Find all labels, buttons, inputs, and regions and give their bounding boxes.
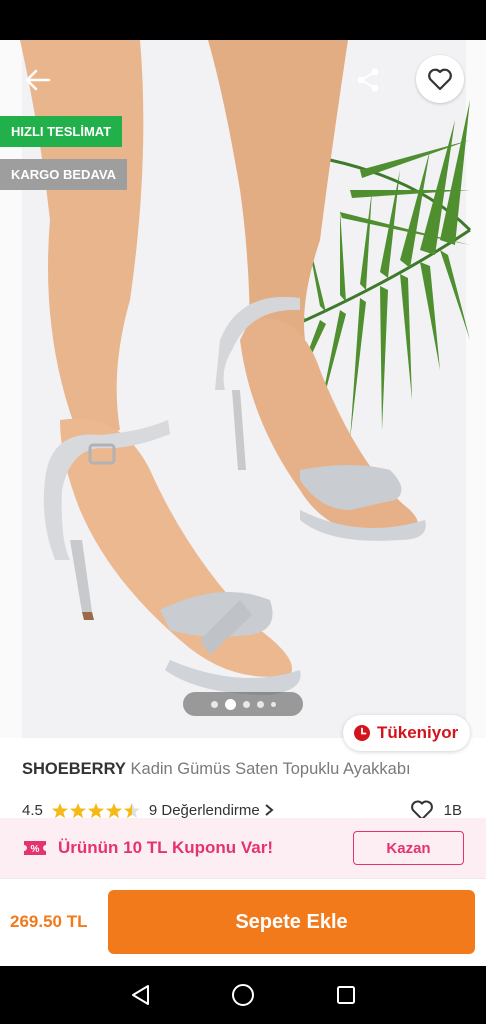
reviews-link-label: 9 Değerlendirme [148, 801, 260, 819]
heart-outline-icon [428, 68, 452, 91]
rating-stars [51, 802, 141, 819]
add-to-cart-button[interactable]: Sepete Ekle [108, 890, 475, 954]
product-brand[interactable]: SHOEBERRY [22, 760, 126, 778]
product-name: Kadin Gümüs Saten Topuklu Ayakkabı [130, 760, 411, 778]
reviews-link[interactable]: 9 Değerlendirme [149, 802, 274, 819]
status-bar [0, 0, 486, 40]
stock-status-badge: Tükeniyor [343, 715, 471, 751]
favorite-button[interactable] [416, 55, 464, 103]
star-full-icon [51, 802, 68, 818]
pager-dot-active[interactable] [224, 698, 236, 710]
pager-dot[interactable] [256, 700, 264, 708]
stock-status-label: Tükeniyor [377, 723, 459, 742]
coupon-ticket-icon: % [24, 841, 46, 855]
arrow-left-icon [25, 69, 51, 91]
share-button[interactable] [348, 60, 388, 100]
rating-score: 4.5 [22, 801, 43, 819]
gallery-pager [183, 692, 303, 716]
star-full-icon [105, 802, 122, 818]
nav-home-button[interactable] [228, 980, 258, 1010]
star-full-icon [69, 802, 86, 818]
coupon-text: Ürünün 10 TL Kuponu Var! [58, 838, 274, 857]
square-recents-icon [337, 986, 355, 1004]
share-icon [357, 68, 379, 92]
circle-home-icon [232, 984, 254, 1006]
triangle-back-icon [132, 985, 149, 1005]
pager-dot[interactable] [210, 700, 218, 708]
nav-back-button[interactable] [125, 980, 155, 1010]
svg-text:%: % [31, 844, 40, 855]
product-detail-screen: HIZLI TESLİMAT KARGO BEDAVA Tükeniyor SH… [0, 0, 486, 1024]
pager-dot[interactable] [270, 701, 276, 707]
free-cargo-badge: KARGO BEDAVA [0, 159, 127, 190]
fast-delivery-badge: HIZLI TESLİMAT [0, 116, 123, 147]
star-half-icon [123, 802, 140, 818]
clock-icon [354, 725, 370, 741]
back-button[interactable] [18, 60, 58, 100]
star-full-icon [87, 802, 104, 818]
chevron-right-icon [265, 804, 274, 816]
earn-coupon-button[interactable]: Kazan [353, 831, 464, 865]
product-price: 269.50 TL [10, 912, 88, 931]
nav-recents-button[interactable] [331, 980, 361, 1010]
likes-count: 1B [443, 801, 462, 819]
pager-dot[interactable] [242, 700, 250, 708]
product-title: SHOEBERRY Kadin Gümüs Saten Topuklu Ayak… [22, 760, 472, 779]
